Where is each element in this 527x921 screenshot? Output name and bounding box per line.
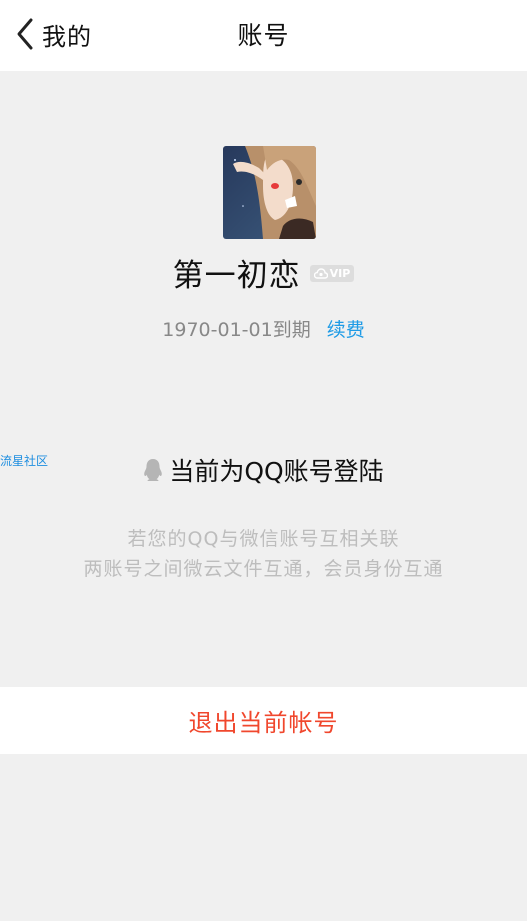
vip-label: VIP — [329, 267, 351, 280]
vip-badge: VIP — [309, 264, 355, 283]
logout-label: 退出当前帐号 — [188, 709, 339, 737]
login-description-line2: 两账号之间微云文件互通，会员身份互通 — [83, 558, 444, 580]
expire-row: 1970-01-01到期 续费 — [0, 315, 527, 342]
avatar — [223, 146, 316, 239]
qq-penguin-icon — [143, 458, 163, 482]
username-row: 第一初恋 VIP — [0, 250, 527, 295]
logout-button[interactable]: 退出当前帐号 — [0, 687, 527, 754]
renew-link[interactable]: 续费 — [327, 315, 365, 342]
nav-bar: 我的 账号 — [0, 0, 527, 71]
expire-date: 1970-01-01到期 — [162, 319, 311, 341]
login-description-line1: 若您的QQ与微信账号互相关联 — [127, 528, 400, 550]
username: 第一初恋 — [172, 258, 301, 294]
login-status-row: 当前为QQ账号登陆 — [0, 452, 527, 488]
page-title: 账号 — [237, 21, 290, 50]
login-status-text: 当前为QQ账号登陆 — [169, 457, 384, 486]
cloud-icon — [313, 264, 328, 283]
